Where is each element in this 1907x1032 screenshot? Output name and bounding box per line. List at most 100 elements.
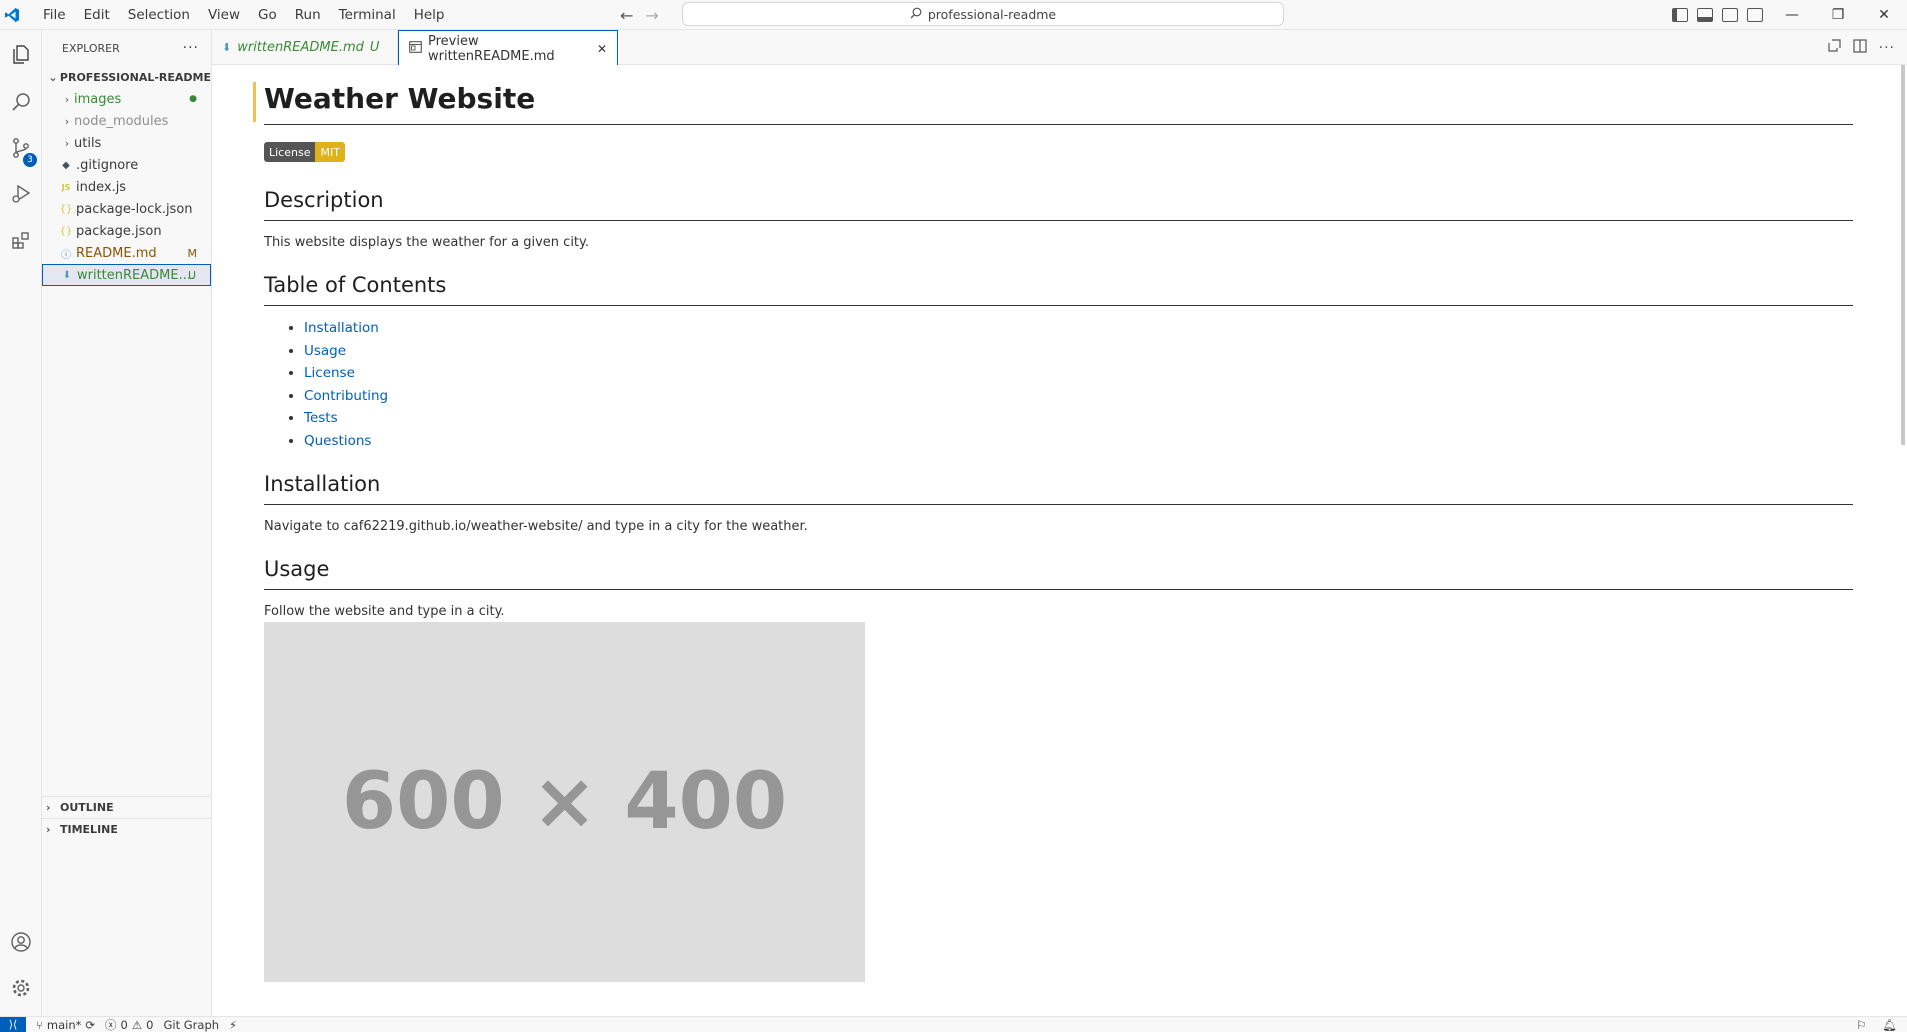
restore-icon[interactable]: ❐ [1815, 0, 1861, 30]
more-actions-icon[interactable]: ··· [1879, 40, 1895, 56]
tree-item-package-json[interactable]: {} package.json [42, 220, 211, 242]
tree-item-readme[interactable]: ⓘ README.md M [42, 242, 211, 264]
tab-preview-writtenreadme[interactable]: Preview writtenREADME.md ✕ [398, 30, 618, 66]
toc-link-questions[interactable]: Questions [304, 433, 371, 449]
tree-item-index-js[interactable]: JS index.js [42, 176, 211, 198]
toc-link-usage[interactable]: Usage [304, 343, 346, 359]
branch-name: main* [46, 1017, 82, 1032]
timeline-section[interactable]: › TIMELINE [42, 818, 212, 840]
problems-indicator[interactable]: ⓧ 0 ⚠ 0 [105, 1017, 153, 1032]
live-share-icon[interactable]: ⚡ [229, 1018, 237, 1032]
split-editor-icon[interactable] [1853, 38, 1867, 57]
toc-item: Questions [304, 430, 1853, 453]
tab-writtenreadme-md[interactable]: ⬇ writtenREADME.md U [212, 30, 398, 65]
toc-item: Contributing [304, 385, 1853, 408]
search-icon[interactable] [0, 80, 42, 124]
tree-item-utils[interactable]: › utils [42, 132, 211, 154]
status-bar-right: ⚐ 🔔︎ [1856, 1017, 1897, 1032]
explorer-sidebar: EXPLORER ··· ⌄ PROFESSIONAL-README › ima… [42, 30, 212, 1016]
tree-item-writtenreadme[interactable]: ⬇ writtenREADME.... U [42, 264, 211, 286]
remote-indicator-icon[interactable]: ⟩⟨ [0, 1016, 26, 1032]
command-center-search[interactable]: professional-readme [682, 2, 1284, 26]
editor-actions: ··· [1827, 30, 1895, 65]
toc-item: License [304, 362, 1853, 385]
source-control-icon[interactable]: 3 [0, 126, 42, 170]
info-icon: ⓘ [61, 249, 71, 261]
toc-link-installation[interactable]: Installation [304, 320, 379, 336]
menu-bar: File Edit Selection View Go Run Terminal… [34, 0, 453, 30]
tree-item-label: package-lock.json [76, 201, 193, 217]
menu-run[interactable]: Run [286, 0, 330, 30]
menu-terminal[interactable]: Terminal [330, 0, 405, 30]
close-window-icon[interactable]: ✕ [1861, 0, 1907, 30]
chevron-right-icon: › [46, 801, 51, 814]
git-graph-label: Git Graph [163, 1017, 220, 1032]
json-file-icon: {} [59, 225, 73, 237]
tree-item-node-modules[interactable]: › node_modules [42, 110, 211, 132]
menu-file[interactable]: File [34, 0, 75, 30]
toggle-panel-icon[interactable] [1697, 8, 1713, 22]
readme-title: Weather Website [264, 65, 1853, 125]
badge-value: MIT [315, 142, 345, 162]
scrollbar-thumb[interactable] [1901, 65, 1905, 445]
scm-count-badge: 3 [23, 153, 37, 167]
menu-go[interactable]: Go [249, 0, 286, 30]
chevron-right-icon: › [64, 114, 70, 128]
outline-section[interactable]: › OUTLINE [42, 796, 212, 818]
toggle-primary-sidebar-icon[interactable] [1672, 8, 1688, 22]
notifications-bell-icon[interactable]: 🔔︎ [1882, 1018, 1897, 1032]
tree-item-images[interactable]: › images ● [42, 88, 211, 110]
more-actions-icon[interactable]: ··· [183, 40, 199, 56]
branch-indicator[interactable]: ⑂ main* ⟳ [36, 1018, 95, 1032]
account-icon[interactable] [0, 920, 42, 964]
badge-label: License [264, 142, 316, 162]
tree-item-package-lock[interactable]: {} package-lock.json [42, 198, 211, 220]
menu-view[interactable]: View [199, 0, 249, 30]
menu-edit[interactable]: Edit [75, 0, 119, 30]
toc-link-license[interactable]: License [304, 365, 355, 381]
timeline-label: TIMELINE [60, 823, 118, 836]
close-icon[interactable]: ✕ [597, 42, 607, 56]
explorer-files-icon[interactable] [0, 32, 42, 76]
heading-accent-bar [253, 82, 256, 122]
git-graph-button[interactable]: Git Graph [164, 1018, 220, 1032]
customize-layout-icon[interactable] [1747, 8, 1763, 22]
installation-text: Navigate to caf62219.github.io/weather-w… [264, 519, 808, 534]
menu-selection[interactable]: Selection [119, 0, 199, 30]
tab-status: U [369, 40, 380, 55]
feedback-icon[interactable]: ⚐ [1856, 1018, 1866, 1032]
forward-arrow-icon[interactable]: → [645, 6, 658, 25]
toc-link-contributing[interactable]: Contributing [304, 388, 388, 404]
toc-item: Usage [304, 340, 1853, 363]
javascript-file-icon: JS [61, 182, 71, 192]
sync-icon[interactable]: ⟳ [85, 1018, 95, 1032]
git-file-icon: ◆ [62, 159, 70, 171]
minimize-icon[interactable]: — [1769, 0, 1815, 30]
extensions-icon[interactable] [0, 218, 42, 262]
run-debug-icon[interactable] [0, 172, 42, 216]
toggle-secondary-sidebar-icon[interactable] [1722, 8, 1738, 22]
tree-root-label: PROFESSIONAL-README [59, 70, 211, 84]
chevron-right-icon: › [64, 136, 70, 150]
editor-tab-bar: ⬇ writtenREADME.md U Preview writtenREAD… [212, 30, 1907, 66]
tree-root-folder[interactable]: ⌄ PROFESSIONAL-README [42, 66, 211, 88]
menu-help[interactable]: Help [405, 0, 454, 30]
toc-link-tests[interactable]: Tests [304, 410, 338, 426]
tree-item-label: images [74, 91, 122, 107]
json-file-icon: {} [59, 203, 73, 215]
placeholder-image: 600 × 400 [264, 622, 865, 982]
toc-list: Installation Usage License Contributing … [304, 317, 1853, 452]
tree-item-gitignore[interactable]: ◆ .gitignore [42, 154, 211, 176]
heading-description: Description [264, 186, 1853, 221]
tree-item-label: .gitignore [76, 157, 139, 173]
tree-item-label: writtenREADME.... [77, 267, 196, 283]
explorer-header: EXPLORER ··· [42, 30, 211, 66]
toc-item: Installation [304, 317, 1853, 340]
open-source-icon[interactable] [1827, 38, 1841, 57]
description-text: This website displays the weather for a … [264, 235, 589, 250]
back-arrow-icon[interactable]: ← [620, 6, 633, 25]
warning-icon: ⚠ [131, 1017, 143, 1032]
preview-scrollbar[interactable] [1893, 65, 1907, 1016]
layout-controls [1672, 0, 1763, 30]
gear-icon[interactable] [0, 966, 42, 1010]
